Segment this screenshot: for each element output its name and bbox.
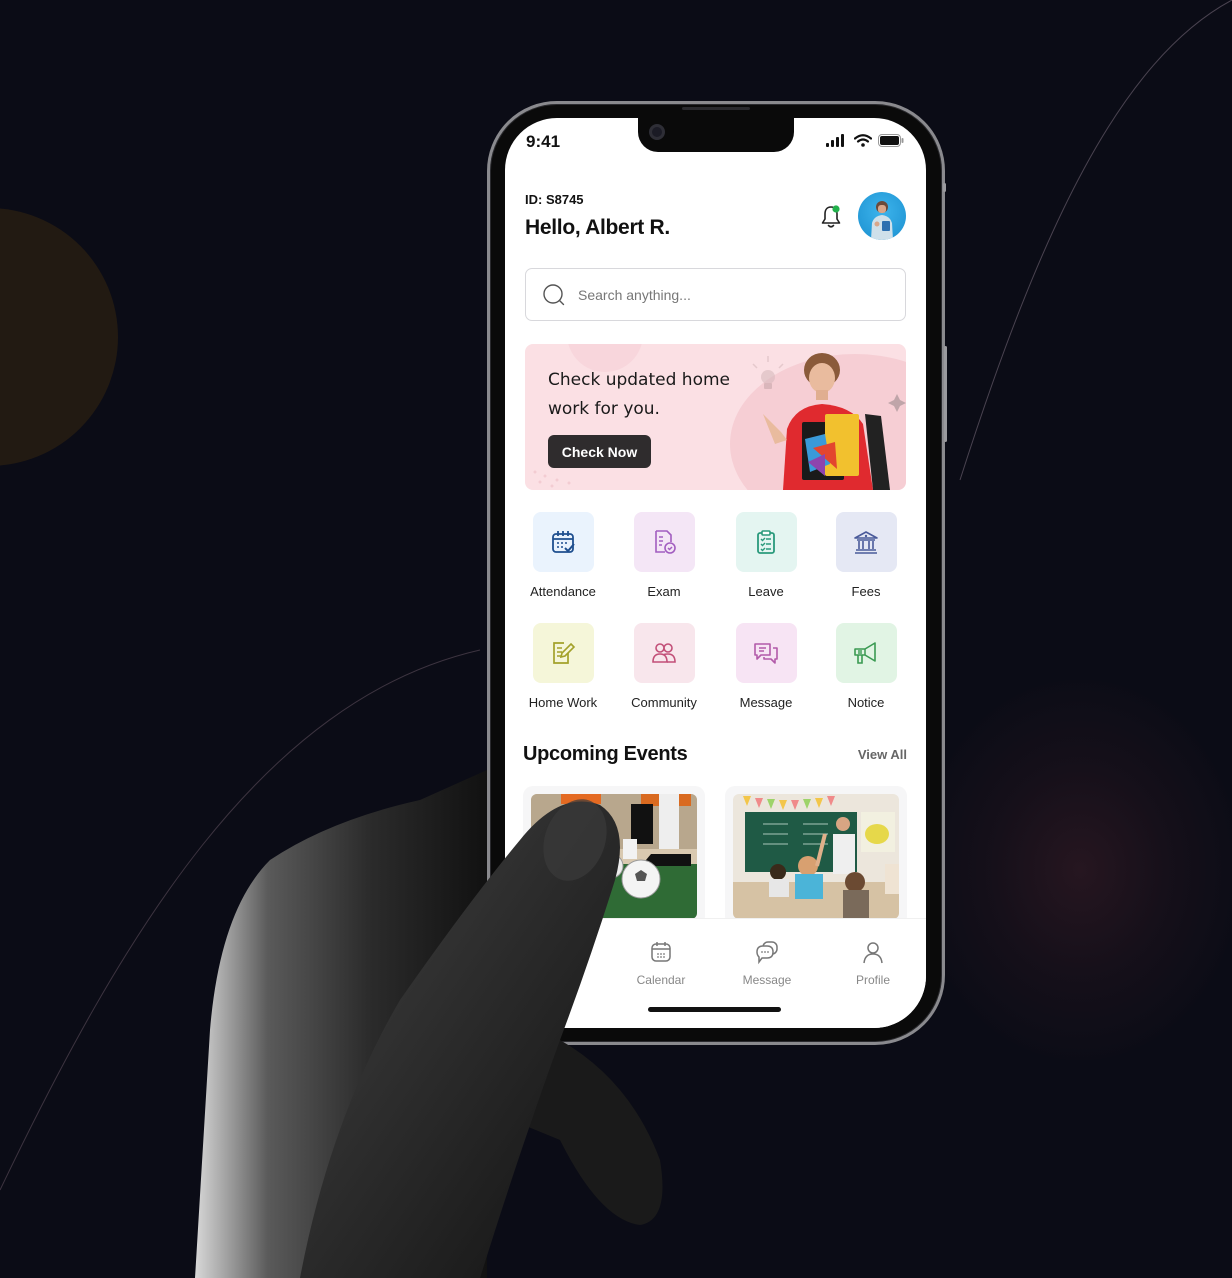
- homework-banner[interactable]: Check updated home work for you. Check N…: [525, 344, 906, 490]
- background-curve-right: [959, 0, 1232, 481]
- tab-message-label: Message: [742, 973, 792, 987]
- quick-action-label: Fees: [851, 584, 881, 599]
- quick-action-label: Home Work: [528, 695, 598, 710]
- avatar-person-image: [871, 201, 893, 240]
- clipboard-checklist-icon: [735, 512, 797, 572]
- upcoming-events-title: Upcoming Events: [523, 743, 688, 765]
- calendar-check-icon: [532, 512, 594, 572]
- background-curve-left: [0, 649, 481, 1191]
- megaphone-icon: [835, 623, 897, 683]
- tab-message[interactable]: Message: [727, 939, 807, 987]
- exam-document-icon: [633, 512, 695, 572]
- quick-action-leave[interactable]: Leave: [726, 512, 806, 599]
- classroom-event-image: [733, 794, 899, 919]
- tab-home[interactable]: Home: [519, 939, 599, 987]
- search-bar[interactable]: [525, 268, 906, 321]
- search-icon: [543, 283, 565, 305]
- tab-calendar-label: Calendar: [636, 973, 686, 987]
- phone-power-button: [944, 346, 947, 442]
- user-icon: [863, 942, 883, 964]
- chat-bubbles-icon: [735, 623, 797, 683]
- quick-action-label: Message: [739, 695, 793, 710]
- football-event-image: [531, 794, 697, 919]
- quick-action-attendance[interactable]: Attendance: [523, 512, 603, 599]
- quick-action-community[interactable]: Community: [624, 623, 704, 710]
- banner-dots: [533, 470, 571, 488]
- view-all-link[interactable]: View All: [858, 747, 907, 762]
- tab-home-label: Home: [542, 973, 576, 987]
- homework-pencil-icon: [532, 623, 594, 683]
- quick-action-label: Notice: [847, 695, 885, 710]
- tab-profile[interactable]: Profile: [833, 939, 913, 987]
- quick-action-label: Community: [631, 695, 697, 710]
- quick-action-label: Leave: [748, 584, 784, 599]
- signal-icon: [826, 134, 844, 147]
- student-id: ID: S8745: [525, 192, 584, 207]
- wifi-icon: [854, 134, 872, 147]
- tab-calendar[interactable]: Calendar: [621, 939, 701, 987]
- quick-action-home-work[interactable]: Home Work: [523, 623, 603, 710]
- people-icon: [633, 623, 695, 683]
- battery-icon: [878, 134, 904, 147]
- front-camera: [649, 124, 665, 140]
- profile-avatar[interactable]: [858, 192, 906, 240]
- tab-profile-label: Profile: [855, 973, 890, 987]
- chat-icon: [756, 941, 778, 965]
- quick-action-fees[interactable]: Fees: [826, 512, 906, 599]
- search-input[interactable]: [578, 286, 878, 303]
- notification-dot: [832, 205, 840, 213]
- quick-action-notice[interactable]: Notice: [826, 623, 906, 710]
- event-card-classroom[interactable]: [725, 786, 907, 926]
- home-icon: [549, 941, 569, 962]
- banner-title: Check updated home work for you.: [548, 370, 730, 419]
- quick-action-label: Attendance: [530, 584, 596, 599]
- greeting: Hello, Albert R.: [525, 216, 670, 239]
- check-now-button[interactable]: Check Now: [548, 435, 651, 468]
- notch: [638, 118, 794, 152]
- event-card-football[interactable]: [523, 786, 705, 926]
- home-indicator: [648, 1007, 781, 1012]
- phone-side-button: [943, 183, 946, 192]
- phone-speaker: [682, 107, 750, 110]
- notification-bell-icon[interactable]: [819, 204, 843, 230]
- status-time: 9:41: [526, 132, 561, 151]
- quick-action-exam[interactable]: Exam: [624, 512, 704, 599]
- calendar-icon: [651, 942, 671, 962]
- status-icons: [826, 134, 904, 147]
- bank-icon: [835, 512, 897, 572]
- quick-action-label: Exam: [647, 584, 681, 599]
- quick-action-message[interactable]: Message: [726, 623, 806, 710]
- phone-screen: 9:41 ID: S8745 Hello, Albert R. Search a…: [505, 118, 926, 1028]
